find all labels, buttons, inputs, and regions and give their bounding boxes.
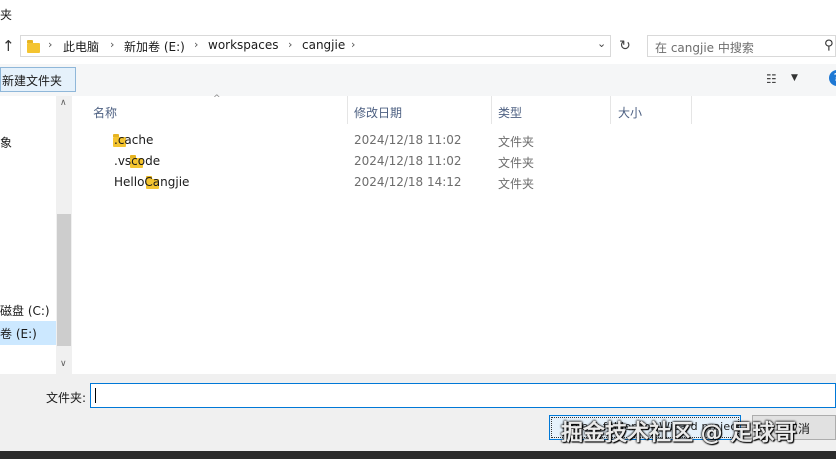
column-divider[interactable]: [691, 96, 692, 124]
file-name[interactable]: .vscode: [114, 154, 160, 168]
nav-item-objects[interactable]: 象: [0, 134, 12, 151]
new-folder-label: 新建文件夹: [2, 74, 63, 88]
column-divider[interactable]: [610, 96, 611, 124]
file-type: 文件夹: [498, 156, 535, 170]
view-options-icon[interactable]: ☷: [766, 72, 777, 86]
file-date: 2024/12/18 11:02: [354, 154, 462, 168]
chevron-right-icon: ›: [110, 38, 115, 51]
file-date: 2024/12/18 11:02: [354, 133, 462, 147]
breadcrumb-drive-e[interactable]: 新加卷 (E:): [124, 38, 185, 55]
folder-icon: [27, 40, 40, 53]
nav-item-drive-c[interactable]: 磁盘 (C:): [0, 302, 50, 319]
nav-scrollbar-thumb[interactable]: [57, 214, 71, 346]
chevron-right-icon: ›: [48, 38, 53, 51]
column-header-type[interactable]: 类型: [498, 104, 522, 121]
sort-ascending-icon: ^: [213, 94, 221, 104]
file-name[interactable]: .cache: [114, 133, 153, 147]
address-dropdown-icon[interactable]: ⌄: [597, 37, 606, 50]
column-divider[interactable]: [347, 96, 348, 124]
chevron-right-icon: ›: [194, 38, 199, 51]
column-header-name[interactable]: 名称: [93, 104, 117, 121]
file-date: 2024/12/18 14:12: [354, 175, 462, 189]
breadcrumb-cangjie[interactable]: cangjie: [302, 38, 345, 52]
watermark: 掘金技术社区 @ 足球哥: [561, 421, 797, 446]
chevron-right-icon: ›: [351, 38, 356, 51]
taskbar-edge: [0, 451, 836, 459]
file-name[interactable]: HelloCangjie: [114, 175, 189, 189]
scroll-up-icon[interactable]: ∧: [60, 98, 67, 108]
file-type: 文件夹: [498, 135, 535, 149]
column-header-size[interactable]: 大小: [618, 104, 642, 121]
window-title: 夹: [0, 8, 13, 22]
up-arrow-icon[interactable]: ↑: [2, 37, 15, 55]
column-headers: [72, 96, 836, 124]
refresh-icon[interactable]: ↻: [616, 35, 634, 57]
toolbar: [0, 64, 836, 96]
title-bar: [0, 0, 836, 30]
search-icon[interactable]: ⚲: [824, 38, 834, 53]
chevron-down-icon[interactable]: ▼: [791, 73, 798, 83]
file-type: 文件夹: [498, 177, 535, 191]
column-divider[interactable]: [491, 96, 492, 124]
folder-name-input[interactable]: [90, 383, 836, 408]
nav-item-drive-e[interactable]: 卷 (E:): [0, 325, 37, 342]
chevron-right-icon: ›: [288, 38, 293, 51]
folder-field-label: 文件夹:: [46, 391, 87, 405]
breadcrumb-workspaces[interactable]: workspaces: [208, 38, 279, 52]
search-placeholder: 在 cangjie 中搜索: [655, 41, 754, 55]
text-caret: [95, 388, 96, 403]
column-header-date[interactable]: 修改日期: [354, 104, 402, 121]
breadcrumb-this-pc[interactable]: 此电脑: [63, 38, 99, 55]
scroll-down-icon[interactable]: ∨: [60, 359, 67, 369]
